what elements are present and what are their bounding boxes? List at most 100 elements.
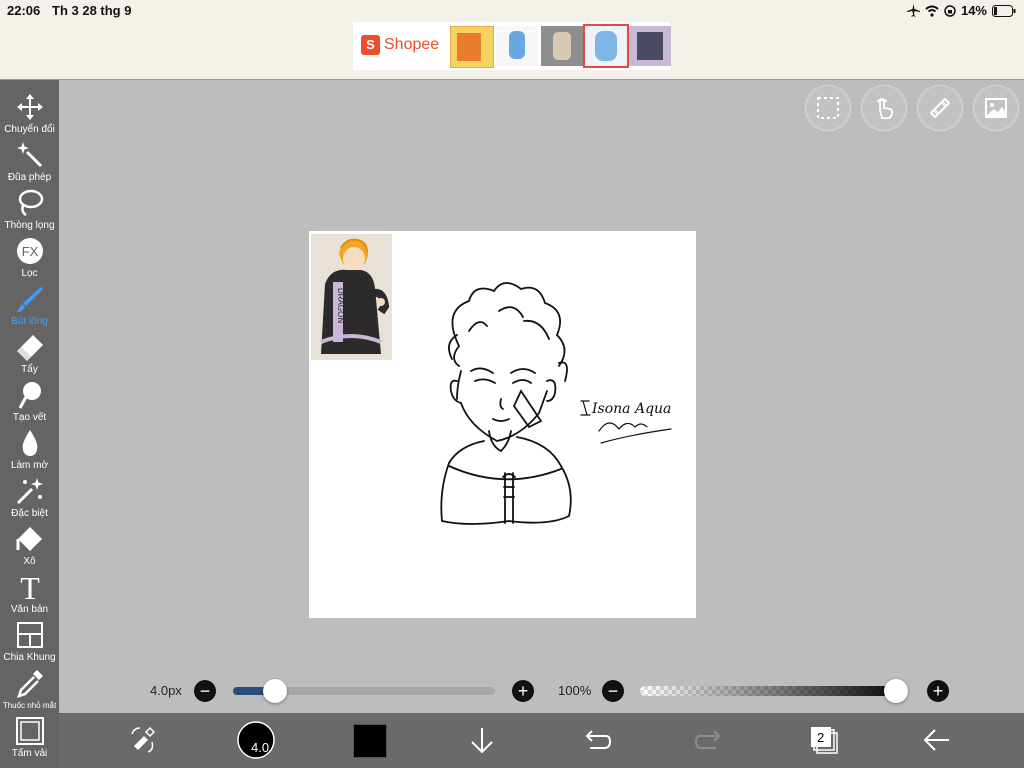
brush-size-value: 4.0 (251, 740, 270, 755)
ad-product-thumbnail[interactable] (496, 26, 538, 66)
tool-label: Thuốc nhỏ mắt (2, 701, 57, 710)
ad-product-thumbnail[interactable] (583, 24, 629, 68)
lasso-icon (18, 189, 43, 217)
brush-size-slider[interactable] (233, 679, 495, 703)
tool-special[interactable]: Đặc biệt (0, 476, 59, 520)
battery-icon (992, 4, 1016, 17)
tool-label: Bút lông (11, 316, 48, 327)
eyedropper-icon (16, 670, 43, 698)
ad-product-thumbnail[interactable] (629, 26, 671, 66)
opacity-label: 100% (558, 683, 592, 698)
tool-blur[interactable]: Làm mờ (0, 428, 59, 472)
tool-label: Văn bản (10, 604, 49, 615)
brush-size-label: 4.0px (150, 683, 182, 698)
arrow-down-icon (471, 728, 493, 754)
tool-magic-wand[interactable]: Đũa phép (0, 140, 59, 184)
shopee-logo: S Shopee (361, 35, 439, 55)
bottom-toolbar: 4.0 2 (59, 713, 1024, 768)
opacity-slider[interactable] (640, 679, 908, 703)
frame-divider-icon (16, 622, 43, 648)
status-time: 22:06 (7, 3, 41, 18)
brush-size-increase-button[interactable]: + (512, 680, 534, 702)
drawing-canvas[interactable]: DRAGON Isona Aqua (309, 231, 696, 618)
ad-banner-area: S Shopee (0, 20, 1024, 80)
tool-label: Tẩy (21, 364, 38, 375)
svg-text:T: T (20, 572, 40, 602)
tool-label: Làm mờ (10, 460, 49, 471)
tool-label: Lọc (21, 268, 38, 279)
brush-size-decrease-button[interactable]: − (194, 680, 216, 702)
shopee-ad[interactable]: S Shopee (353, 22, 671, 70)
tool-brush[interactable]: Bút lông (0, 284, 59, 328)
special-sparkle-icon (16, 478, 43, 505)
opacity-increase-button[interactable]: + (927, 680, 949, 702)
brush-eraser-swap-icon (131, 726, 156, 753)
magic-wand-icon (16, 142, 42, 168)
redo-icon (694, 730, 721, 749)
layers-button[interactable]: 2 (804, 720, 844, 760)
tool-lasso[interactable]: Thòng lọng (0, 188, 59, 232)
layer-count: 2 (817, 730, 825, 745)
opacity-decrease-button[interactable]: − (602, 680, 624, 702)
image-material-icon (985, 98, 1007, 118)
orientation-lock-icon (944, 4, 956, 17)
tool-bucket[interactable]: Xô (0, 524, 59, 568)
tool-smudge[interactable]: Tạo vết (0, 380, 59, 424)
selection-button[interactable] (806, 86, 850, 130)
status-date: Th 3 28 thg 9 (52, 3, 132, 18)
shopee-bag-icon: S (361, 35, 380, 55)
tool-label: Chia Khung (3, 652, 56, 663)
ad-product-thumbnail[interactable] (450, 26, 494, 68)
tool-frame-divider[interactable]: Chia Khung (0, 620, 59, 664)
svg-text:FX: FX (21, 244, 38, 259)
current-color-swatch (353, 724, 387, 758)
tool-label: Đũa phép (7, 172, 52, 183)
material-button[interactable] (974, 86, 1018, 130)
smudge-icon (18, 382, 41, 409)
fx-filter-icon: FX (16, 238, 43, 264)
tool-label: Xô (23, 556, 36, 567)
ruler-button[interactable] (918, 86, 962, 130)
tool-label: Chuyển đổi (4, 124, 55, 135)
brush-size-row: 4.0px − + (140, 678, 540, 704)
tool-transform[interactable]: Chuyển đổi (0, 92, 59, 136)
tool-label: Tạo vết (12, 412, 47, 423)
battery-percent: 14% (960, 3, 987, 18)
tool-text[interactable]: T Văn bản (0, 572, 59, 616)
touch-button[interactable] (862, 86, 906, 130)
color-swatch-button[interactable] (349, 720, 389, 760)
blur-drop-icon (22, 430, 37, 456)
tool-eyedropper[interactable]: Thuốc nhỏ mắt (0, 668, 59, 712)
tool-eraser[interactable]: Tẩy (0, 332, 59, 376)
back-button[interactable] (917, 720, 957, 760)
ruler-icon (929, 97, 951, 119)
signature-text: Isona Aqua (591, 401, 671, 417)
wifi-icon (925, 5, 939, 17)
brush-eraser-toggle-button[interactable] (124, 720, 164, 760)
brush-size-button[interactable]: 4.0 (236, 720, 276, 760)
eraser-icon (16, 335, 43, 361)
status-indicators: 14% (906, 3, 1016, 18)
shopee-brand: Shopee (384, 36, 440, 53)
download-button[interactable] (462, 720, 502, 760)
undo-icon (585, 730, 612, 749)
brush-size-knob[interactable] (262, 679, 287, 703)
text-icon: T (20, 572, 40, 602)
tool-label: Thòng lọng (4, 220, 55, 231)
brush-icon (16, 287, 43, 313)
opacity-row: 100% − + (552, 678, 962, 704)
ad-product-thumbnail[interactable] (541, 26, 583, 66)
move-icon (16, 94, 43, 120)
arrow-left-icon (923, 729, 949, 751)
opacity-knob[interactable] (884, 679, 908, 703)
redo-button[interactable] (690, 720, 730, 760)
tool-canvas[interactable]: Tấm vải (0, 716, 59, 760)
undo-button[interactable] (576, 720, 616, 760)
canvas-icon (15, 717, 44, 745)
selection-icon (817, 97, 839, 119)
bucket-icon (16, 527, 42, 551)
line-art-drawing: Isona Aqua (440, 282, 672, 525)
hand-touch-icon (876, 98, 894, 119)
tool-filter[interactable]: FX Lọc (0, 236, 59, 280)
tool-label: Tấm vải (11, 748, 48, 759)
